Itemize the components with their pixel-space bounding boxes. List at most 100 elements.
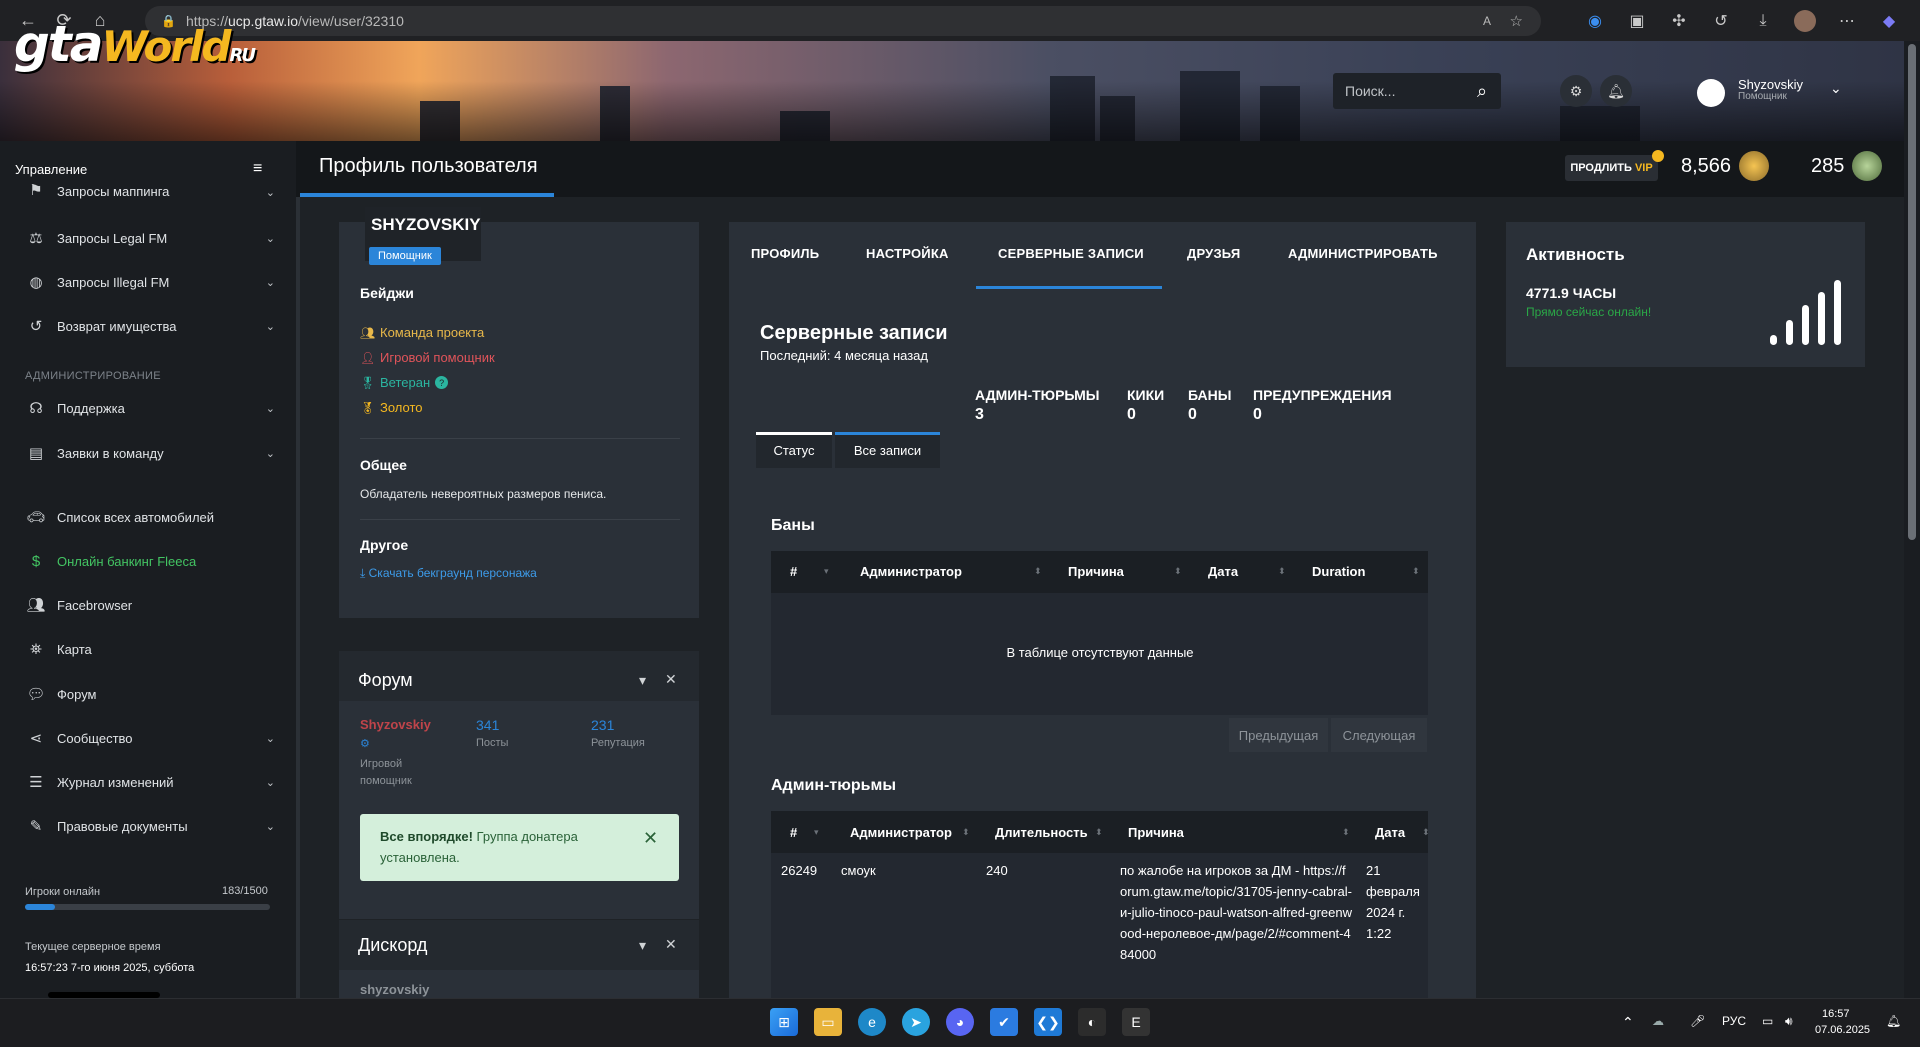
sort-icon[interactable]: ⬍ <box>1034 566 1042 577</box>
sort-icon[interactable]: ⬍ <box>1278 566 1286 577</box>
collapse-icon[interactable]: ▾ <box>639 672 646 689</box>
chevron-down-icon[interactable]: ⌄ <box>1830 80 1842 97</box>
jails-col-date[interactable]: Дата <box>1375 825 1405 840</box>
help-icon[interactable]: ? <box>435 376 449 389</box>
close-icon[interactable]: ✕ <box>665 671 677 688</box>
bans-col-date[interactable]: Дата <box>1208 564 1238 579</box>
sort-icon[interactable]: ⬍ <box>1412 566 1420 577</box>
sort-icon[interactable]: ▾ <box>824 566 829 577</box>
bell-icon[interactable]: 🔔︎ <box>1600 75 1632 107</box>
cloud-icon[interactable]: ☁ <box>1652 1014 1664 1028</box>
tab-friends[interactable]: ДРУЗЬЯ <box>1187 246 1240 261</box>
tab-server-records[interactable]: СЕРВЕРНЫЕ ЗАПИСИ <box>998 246 1144 261</box>
sort-icon[interactable]: ⬍ <box>1422 827 1430 838</box>
collapse-icon[interactable]: ▾ <box>639 937 646 954</box>
discord-icon[interactable]: ◕ <box>946 1008 974 1036</box>
monitor-icon[interactable]: ▭ <box>1762 1014 1773 1028</box>
forum-user-name[interactable]: Shyzovskiy <box>360 717 431 732</box>
history-icon[interactable]: ↺ <box>1704 4 1738 38</box>
signal-bar <box>1802 305 1809 345</box>
puzzle-icon[interactable]: ✣ <box>1662 4 1696 38</box>
sidebar-item-mapping[interactable]: ⚑ Запросы маппинга ⌄ <box>25 183 275 199</box>
bans-col-id[interactable]: # <box>790 564 797 579</box>
todo-icon[interactable]: ✔ <box>990 1008 1018 1036</box>
counter-label-kicks: КИКИ <box>1127 387 1165 403</box>
sidebar-item-legal-fm[interactable]: ⚖ Запросы Legal FM ⌄ <box>25 227 275 249</box>
tray-chevron-up-icon[interactable]: ⌃ <box>1622 1014 1634 1031</box>
counter-value-jails: 3 <box>975 406 984 423</box>
gold-medal-icon: 🏅︎ <box>360 400 376 415</box>
more-icon[interactable]: ⋯ <box>1830 4 1864 38</box>
jails-col-admin[interactable]: Администратор <box>850 825 952 840</box>
server-time-value: 16:57:23 7-го июня 2025, суббота <box>25 962 195 974</box>
windows-start-icon[interactable]: ⊞ <box>770 1008 798 1036</box>
telegram-icon[interactable]: ➤ <box>902 1008 930 1036</box>
site-logo[interactable]: gtaWorldRU <box>14 15 256 73</box>
read-aloud-icon[interactable]: A <box>1483 14 1491 28</box>
keyboard-language[interactable]: РУС <box>1722 1014 1746 1028</box>
sidebar-item-facebrowser[interactable]: 👥︎ Facebrowser <box>25 594 275 616</box>
search-icon[interactable]: ⌕ <box>1464 73 1500 109</box>
sidebar-item-map[interactable]: ⛯ Карта <box>25 638 275 660</box>
subtab-all-records[interactable]: Все записи <box>835 432 940 468</box>
jails-col-reason[interactable]: Причина <box>1128 825 1184 840</box>
tab-settings[interactable]: НАСТРОЙКА <box>866 246 949 261</box>
tab-administrate[interactable]: АДМИНИСТРИРОВАТЬ <box>1288 246 1438 261</box>
notification-bell-icon[interactable]: 🔔︎ <box>1886 1014 1901 1028</box>
shazam-icon[interactable]: ◉ <box>1578 4 1612 38</box>
sort-icon[interactable]: ⬍ <box>1342 827 1350 838</box>
forum-posts-label: Посты <box>476 737 509 749</box>
edge-icon[interactable]: e <box>858 1008 886 1036</box>
next-page-button[interactable]: Следующая <box>1331 718 1427 752</box>
favorite-icon[interactable]: ☆ <box>1510 12 1523 30</box>
gear-icon[interactable]: ⚙ <box>1560 75 1592 107</box>
copilot-icon[interactable]: ◆ <box>1872 4 1906 38</box>
address-bar[interactable]: 🔒 https://ucp.gtaw.io/view/user/32310 A … <box>145 6 1541 36</box>
extension-icon[interactable]: ▣ <box>1620 4 1654 38</box>
close-icon[interactable]: ✕ <box>665 936 677 953</box>
bans-col-admin[interactable]: Администратор <box>860 564 962 579</box>
menu-toggle-icon[interactable]: ≡ <box>253 160 262 178</box>
profile-avatar-icon[interactable] <box>1788 4 1822 38</box>
sidebar-section-admin: АДМИНИСТРИРОВАНИЕ <box>25 370 161 382</box>
sidebar-item-changelog[interactable]: ☰ Журнал изменений ⌄ <box>25 771 275 793</box>
user-avatar[interactable] <box>1697 79 1725 107</box>
figma-icon[interactable]: ◐ <box>1078 1008 1106 1036</box>
gear-icon: ⚙ <box>360 738 370 750</box>
download-icon[interactable]: ⤓ <box>1746 4 1780 38</box>
header-user-role: Помощник <box>1738 91 1787 102</box>
sidebar-item-forum[interactable]: 💬︎ Форум <box>25 683 275 705</box>
header-user-name[interactable]: Shyzovskiy <box>1738 77 1803 92</box>
sort-icon[interactable]: ⬍ <box>1174 566 1182 577</box>
sort-icon[interactable]: ⬍ <box>1095 827 1103 838</box>
sort-icon[interactable]: ⬍ <box>962 827 970 838</box>
sidebar-item-legal-documents[interactable]: ✎ Правовые документы ⌄ <box>25 815 275 837</box>
sidebar-item-property-return[interactable]: ↺ Возврат имущества ⌄ <box>25 315 275 337</box>
bans-col-reason[interactable]: Причина <box>1068 564 1124 579</box>
sidebar-item-fleeca-banking[interactable]: $ Онлайн банкинг Fleeca <box>25 550 275 572</box>
sidebar-item-community[interactable]: ⋖ Сообщество ⌄ <box>25 727 275 749</box>
file-explorer-icon[interactable]: ▭ <box>814 1008 842 1036</box>
sidebar-item-team-applications[interactable]: ▤ Заявки в команду ⌄ <box>25 442 275 464</box>
subtab-status[interactable]: Статус <box>756 432 832 468</box>
tab-profile[interactable]: ПРОФИЛЬ <box>751 246 819 261</box>
active-tab-indicator <box>976 286 1162 289</box>
vscode-icon[interactable]: ❮❯ <box>1034 1008 1062 1036</box>
sort-icon[interactable]: ▾ <box>814 827 819 838</box>
page-scrollbar-thumb[interactable] <box>1908 44 1916 540</box>
clock-date[interactable]: 07.06.2025 <box>1815 1024 1870 1036</box>
bans-col-duration[interactable]: Duration <box>1312 564 1365 579</box>
sidebar-item-illegal-fm[interactable]: ◍ Запросы Illegal FM ⌄ <box>25 271 275 293</box>
volume-icon[interactable]: 🔊︎ <box>1785 1014 1793 1029</box>
microphone-icon[interactable]: 🎤︎ <box>1690 1014 1705 1028</box>
close-icon[interactable]: ✕ <box>643 828 658 849</box>
clock-time[interactable]: 16:57 <box>1822 1008 1850 1020</box>
sidebar-item-support[interactable]: ☊ Поддержка ⌄ <box>25 397 275 419</box>
jails-col-id[interactable]: # <box>790 825 797 840</box>
extend-vip-button[interactable]: ПРОДЛИТЬ VIP <box>1565 155 1658 181</box>
prev-page-button[interactable]: Предыдущая <box>1229 718 1328 752</box>
jails-col-duration[interactable]: Длительность <box>995 825 1088 840</box>
download-background-link[interactable]: ⤓ Скачать бекграунд персонажа <box>360 566 537 581</box>
epic-games-icon[interactable]: E <box>1122 1008 1150 1036</box>
sidebar-item-vehicles[interactable]: 🚗︎ Список всех автомобилей <box>25 506 275 528</box>
